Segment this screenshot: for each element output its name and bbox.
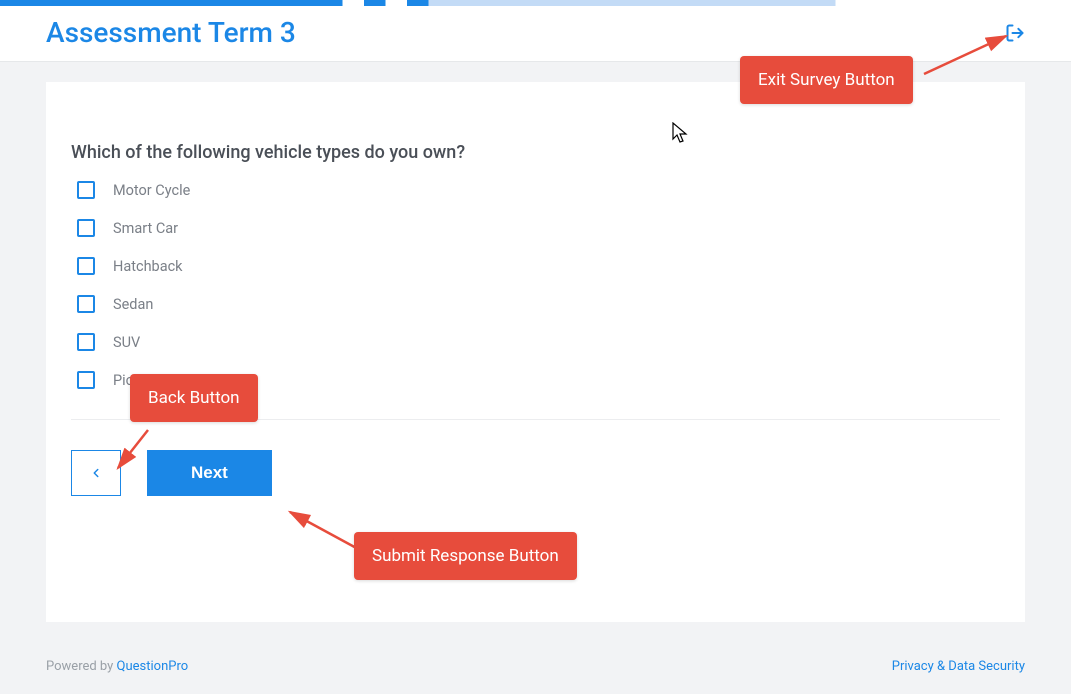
checkbox[interactable] [77,295,95,313]
callout-exit-survey: Exit Survey Button [740,56,913,104]
privacy-link[interactable]: Privacy & Data Security [892,659,1025,674]
back-button[interactable] [71,450,121,496]
option-label: Sedan [113,296,153,313]
option-row[interactable]: Motor Cycle [71,181,1000,199]
footer: Powered by QuestionPro Privacy & Data Se… [46,659,1025,674]
powered-by: Powered by QuestionPro [46,659,188,674]
exit-survey-icon[interactable] [1005,23,1025,43]
callout-submit-response: Submit Response Button [354,532,577,580]
nav-buttons: Next [71,450,1000,496]
header-bar: Assessment Term 3 [0,6,1071,62]
option-row[interactable]: Sedan [71,295,1000,313]
option-row[interactable]: Hatchback [71,257,1000,275]
chevron-left-icon [89,462,103,484]
option-label: Hatchback [113,258,183,275]
option-label: SUV [113,334,140,351]
checkbox[interactable] [77,371,95,389]
option-row[interactable]: SUV [71,333,1000,351]
checkbox[interactable] [77,219,95,237]
option-label: Smart Car [113,220,178,237]
next-button[interactable]: Next [147,450,272,496]
options-group: Motor Cycle Smart Car Hatchback Sedan SU… [71,181,1000,389]
callout-back-button: Back Button [130,374,258,422]
checkbox[interactable] [77,181,95,199]
checkbox[interactable] [77,333,95,351]
option-label: Motor Cycle [113,182,190,199]
option-row[interactable]: Smart Car [71,219,1000,237]
questionpro-link[interactable]: QuestionPro [117,659,189,674]
checkbox[interactable] [77,257,95,275]
question-text: Which of the following vehicle types do … [71,142,1000,163]
page-title: Assessment Term 3 [46,16,296,49]
